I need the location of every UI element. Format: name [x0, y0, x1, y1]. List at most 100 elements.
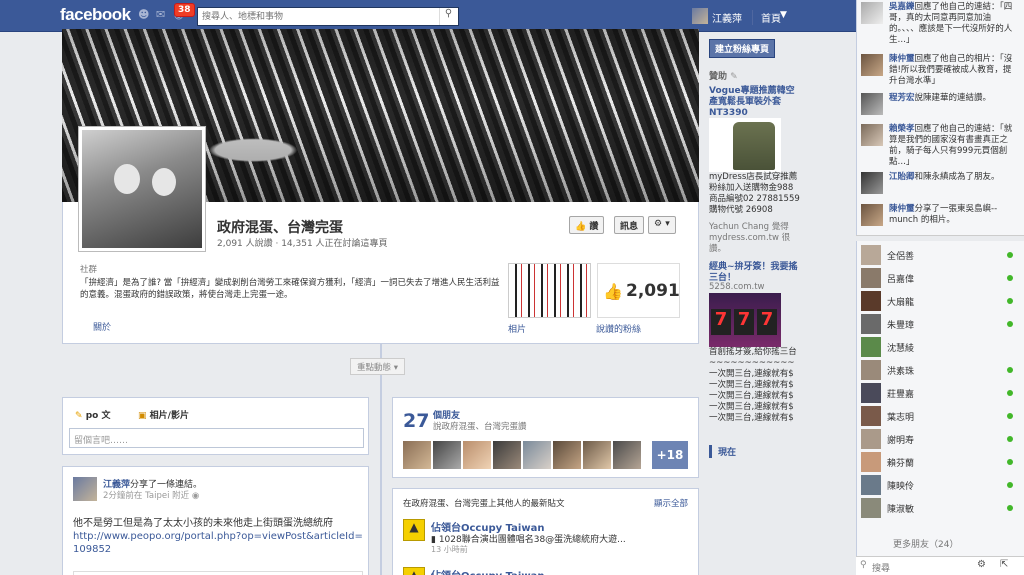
- highlights-filter-button[interactable]: 重點動態 ▾: [350, 358, 405, 375]
- avatar[interactable]: [861, 204, 883, 226]
- pencil-icon: ✎: [75, 411, 83, 421]
- chat-friend-name: 莊豐嘉: [887, 390, 915, 400]
- post-time[interactable]: 13 小時前: [431, 544, 468, 555]
- list-item[interactable]: ▲ 佔領台Occupy Taiwan ▮ 1028聯合演出團體唱名38@蛋洗總統…: [403, 519, 693, 555]
- friend-thumbnail[interactable]: [613, 441, 641, 469]
- avatar[interactable]: [861, 172, 883, 194]
- messages-icon[interactable]: ✉: [156, 8, 169, 21]
- friend-thumbnail[interactable]: [523, 441, 551, 469]
- home-link[interactable]: 首頁: [752, 10, 781, 25]
- profile-name-link[interactable]: 江義萍: [712, 10, 742, 25]
- friend-thumbnail[interactable]: [583, 441, 611, 469]
- avatar[interactable]: [861, 93, 883, 115]
- chat-friend-name: 謝明寿: [887, 436, 915, 446]
- occupy-taiwan-avatar[interactable]: ▲: [403, 519, 425, 541]
- post-meta: 2分鐘前在 Taipei 附近 ◉: [103, 489, 199, 501]
- ticker-name[interactable]: 陳仲璽: [889, 204, 915, 214]
- avatar[interactable]: [861, 54, 883, 76]
- chevron-down-icon[interactable]: ▼: [780, 10, 787, 20]
- photos-link[interactable]: 相片: [508, 322, 526, 335]
- coat-image[interactable]: [733, 122, 775, 170]
- post-timestamp[interactable]: 2分鐘前在 Taipei 附近: [103, 491, 189, 501]
- chat-friend[interactable]: 賴芬蘭: [861, 451, 1021, 473]
- ticker-item[interactable]: 吳嘉鑠回應了他自己的連結：「四哥，真的太同意再同意加油的。、、、應該是下一代沒所…: [861, 2, 1021, 46]
- ticker-name[interactable]: 賴榮孝: [889, 124, 915, 134]
- ticker-name[interactable]: 吳嘉鑠: [889, 2, 915, 12]
- likes-count: 2,091: [626, 281, 680, 301]
- ad-url[interactable]: 5258.com.tw: [709, 282, 764, 293]
- photos-thumbnail[interactable]: [508, 263, 591, 318]
- ticker-item[interactable]: 程芳宏說陳建華的連結讚。: [861, 93, 1021, 115]
- link-preview[interactable]: [73, 571, 363, 575]
- ticker-name[interactable]: 江貽卿: [889, 172, 915, 182]
- ticker-name[interactable]: 陳仲璽: [889, 54, 915, 64]
- more-friends-button[interactable]: +18: [652, 441, 688, 469]
- ticker-item[interactable]: 陳仲璽回應了他自己的相片：「沒錯!所以我們要確被成人教育，提升台灣水準」: [861, 54, 1021, 88]
- post-author-link[interactable]: 佔領台Occupy Taiwan: [431, 567, 544, 575]
- gear-icon[interactable]: ⚙: [977, 559, 986, 570]
- like-button[interactable]: 👍 讚: [569, 216, 605, 234]
- avatar: [861, 429, 881, 449]
- ticker-text: 吳嘉鑠回應了他自己的連結：「四哥，真的太同意再同意加油的。、、、應該是下一代沒所…: [889, 2, 1017, 46]
- ticker-item[interactable]: 賴榮孝回應了他自己的連結：「就算是我們的國家沒有書畫真正之前，騎子每人只有999…: [861, 124, 1021, 168]
- pencil-icon[interactable]: ✎: [730, 72, 738, 82]
- ticker-item[interactable]: 陳仲璽分享了一張東吳島嶼--munch 的相片。: [861, 204, 1021, 230]
- thumbs-up-icon: 👍: [575, 222, 587, 232]
- sponsored-label: 贊助: [709, 72, 728, 82]
- search-icon[interactable]: ⚲: [439, 8, 457, 25]
- facebook-logo[interactable]: facebook: [60, 5, 131, 25]
- popout-icon[interactable]: ⇱: [1000, 559, 1008, 570]
- post-link[interactable]: http://www.peopo.org/portal.php?op=viewP…: [73, 530, 363, 556]
- composer-input[interactable]: 留個言吧……: [69, 428, 364, 448]
- settings-button[interactable]: ⚙ ▾: [648, 216, 676, 234]
- friend-thumbnail[interactable]: [463, 441, 491, 469]
- more-friends-link[interactable]: 更多朋友（24）: [893, 537, 958, 550]
- timeline-now-marker[interactable]: 現在: [709, 445, 736, 458]
- category-label: 社群: [80, 265, 98, 275]
- occupy-taiwan-avatar[interactable]: ▲: [403, 567, 425, 575]
- avatar[interactable]: [692, 8, 708, 24]
- chat-friend[interactable]: 陳映伶: [861, 474, 1021, 496]
- ad-title[interactable]: Vogue專題推薦韓空產寬鬆長軍裝外套NT3390: [709, 86, 801, 119]
- message-button[interactable]: 訊息: [614, 216, 645, 234]
- chat-friend[interactable]: 謝明寿: [861, 428, 1021, 450]
- friends-count[interactable]: 27: [403, 410, 429, 432]
- friend-thumbnail[interactable]: [553, 441, 581, 469]
- create-page-button[interactable]: 建立粉絲專頁: [709, 39, 776, 58]
- chat-friend[interactable]: 朱豐璋: [861, 313, 1021, 335]
- search-input[interactable]: [197, 7, 459, 26]
- chat-friend[interactable]: 葉志明: [861, 405, 1021, 427]
- friend-thumbnail[interactable]: [433, 441, 461, 469]
- chat-friend[interactable]: 莊豐嘉: [861, 382, 1021, 404]
- ticker-name[interactable]: 程芳宏: [889, 93, 915, 103]
- notification-badge[interactable]: 38: [174, 3, 195, 17]
- list-item[interactable]: ▲ 佔領台Occupy Taiwan: [403, 567, 693, 575]
- likes-link[interactable]: 說讚的粉絲: [596, 322, 641, 335]
- chat-friend[interactable]: 沈慧綾: [861, 336, 1021, 358]
- friend-thumbnail[interactable]: [493, 441, 521, 469]
- avatar[interactable]: [73, 477, 97, 501]
- ad-title[interactable]: 經典~拚牙簽！我要搖三台！: [709, 262, 801, 284]
- sidebar-divider[interactable]: [856, 235, 1024, 241]
- online-indicator: [1007, 505, 1013, 511]
- composer-tab-post[interactable]: ✎ po 文: [75, 408, 110, 421]
- chat-friend[interactable]: 陳淑敏: [861, 497, 1021, 519]
- ticker-item[interactable]: 江貽卿和陳永縝成為了朋友。: [861, 172, 1021, 196]
- chat-friend[interactable]: 呂嘉偉: [861, 267, 1021, 289]
- chat-friend[interactable]: 洪素珠: [861, 359, 1021, 381]
- about-link[interactable]: 關於: [93, 320, 111, 333]
- composer-tab-photo-label: 相片/影片: [149, 411, 189, 421]
- online-indicator: [1007, 321, 1013, 327]
- chat-friend-name: 沈慧綾: [887, 344, 915, 354]
- avatar[interactable]: [861, 2, 883, 24]
- see-all-link[interactable]: 顯示全部: [654, 497, 688, 509]
- composer-tab-photo[interactable]: ▣ 相片/影片: [138, 408, 189, 421]
- avatar[interactable]: [861, 124, 883, 146]
- friend-requests-icon[interactable]: ☻: [138, 8, 151, 21]
- profile-picture[interactable]: [78, 126, 206, 252]
- highlights-label: 重點動態: [357, 363, 392, 373]
- chat-search-input[interactable]: 搜尋: [856, 556, 1024, 575]
- chat-friend[interactable]: 全侶善: [861, 244, 1021, 266]
- friend-thumbnail[interactable]: [403, 441, 431, 469]
- chat-friend[interactable]: 大扇龍: [861, 290, 1021, 312]
